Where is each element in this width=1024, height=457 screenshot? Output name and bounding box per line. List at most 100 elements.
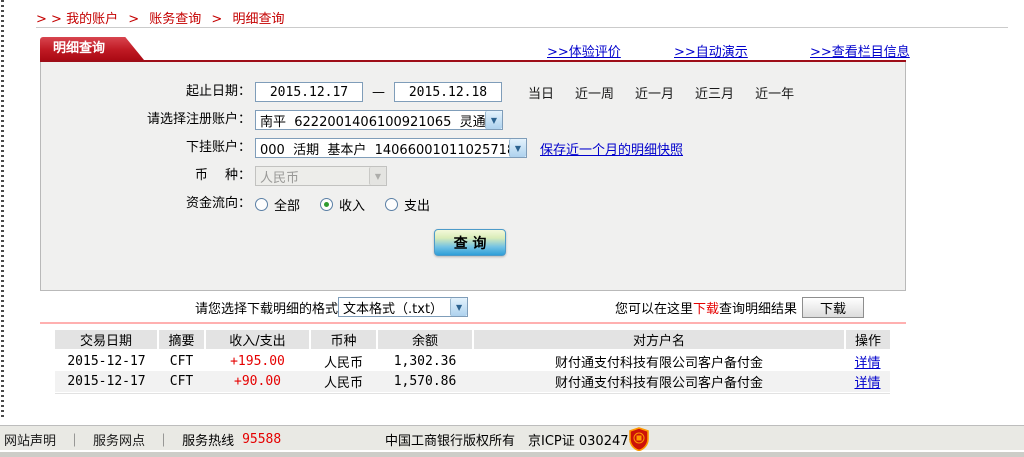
col-date: 交易日期 [55,330,158,350]
col-action: 操作 [845,330,890,350]
currency-select-disabled: 人民币 ▼ [255,166,387,186]
icbc-detail-query-page: > > 我的账户 > 账务查询 > 明细查询 明细查询 >>体验评价 >>自动演… [0,0,1024,457]
hotline-label: 服务热线 [182,430,234,449]
cell-date: 2015-12-17 [55,350,158,371]
breadcrumb-account-query[interactable]: 账务查询 [149,12,201,27]
flow-radio-all-label: 全部 [274,195,300,214]
download-format-value: 文本格式（.txt） [339,298,450,317]
breadcrumb: > > 我的账户 > 账务查询 > 明细查询 [36,8,284,27]
currency-row: 币 种： 人民币 ▼ [41,165,905,187]
registered-account-select[interactable]: 南平 6222001406100921065 灵通卡 ▼ [255,110,503,130]
start-date-input[interactable] [255,82,363,102]
cell-amount: +90.00 [205,371,310,392]
experience-review-link[interactable]: >>体验评价 [547,41,621,60]
flow-radio-income-label: 收入 [339,195,365,214]
flow-radio-expense-label: 支出 [404,195,430,214]
breadcrumb-prefix: > > [36,12,62,27]
col-amount: 收入/支出 [205,330,310,350]
cell-currency: 人民币 [310,350,377,371]
flow-radio-all[interactable]: 全部 [255,195,300,214]
cell-counterparty: 财付通支付科技有限公司客户备付金 [473,350,845,371]
col-counterparty: 对方户名 [473,330,845,350]
currency-value: 人民币 [256,167,369,186]
sub-account-value: 000 活期 基本户 1406600101102571848 [256,139,509,158]
cell-balance: 1,570.86 [377,371,473,392]
transaction-table: 交易日期 摘要 收入/支出 币种 余额 对方户名 操作 2015-12-17 C… [55,330,890,392]
footer: 网站声明 ｜ 服务网点 ｜ 服务热线 95588 中国工商银行版权所有 京ICP… [0,425,1024,450]
footer-links: 网站声明 ｜ 服务网点 ｜ 服务热线 95588 [4,430,281,449]
fund-flow-row: 资金流向： 全部 收入 支出 [41,193,905,215]
range-last-month-link[interactable]: 近一月 [635,83,674,102]
download-action-group: 您可以在这里下载查询明细结果 下载 [615,296,864,318]
breadcrumb-my-account[interactable]: 我的账户 [66,12,118,27]
cell-date: 2015-12-17 [55,371,158,392]
column-info-link[interactable]: >>查看栏目信息 [810,41,910,60]
left-dotted-border [1,0,4,420]
download-format-label: 请您选择下载明细的格式 [195,298,338,317]
sub-account-select[interactable]: 000 活期 基本户 1406600101102571848 ▼ [255,138,527,158]
auto-demo-link[interactable]: >>自动演示 [674,41,748,60]
radio-icon [255,198,268,211]
col-balance: 余额 [377,330,473,350]
cell-currency: 人民币 [310,371,377,392]
cell-summary: CFT [158,371,205,392]
cell-counterparty: 财付通支付科技有限公司客户备付金 [473,371,845,392]
query-button[interactable]: 查 询 [434,229,506,256]
currency-label: 币 种： [41,165,251,187]
download-button[interactable]: 下载 [802,297,864,318]
detail-link[interactable]: 详情 [854,356,880,371]
footer-separator: ｜ [157,430,170,449]
date-dash: — [372,85,385,100]
hotline-number: 95588 [242,432,281,447]
breadcrumb-divider [36,27,1008,28]
registered-account-row: 请选择注册账户： 南平 6222001406100921065 灵通卡 ▼ [41,109,905,131]
sub-account-row: 下挂账户： 000 活期 基本户 1406600101102571848 ▼ 保… [41,137,905,159]
download-format-group: 请您选择下载明细的格式 文本格式（.txt） ▼ [195,296,468,318]
breadcrumb-separator: > [211,12,222,27]
chevron-down-icon: ▼ [485,111,502,129]
table-bottom-divider [55,393,890,394]
table-header-row: 交易日期 摘要 收入/支出 币种 余额 对方户名 操作 [55,330,890,350]
table-row: 2015-12-17 CFT +90.00 人民币 1,570.86 财付通支付… [55,371,890,392]
table-top-divider [40,322,906,324]
cell-amount: +195.00 [205,350,310,371]
fund-flow-label: 资金流向： [41,193,251,215]
footer-separator: ｜ [68,430,81,449]
range-last-year-link[interactable]: 近一年 [755,83,794,102]
breadcrumb-detail-query[interactable]: 明细查询 [232,12,284,27]
download-hint: 您可以在这里下载查询明细结果 [615,298,797,317]
sub-account-label: 下挂账户： [41,137,251,159]
col-currency: 币种 [310,330,377,350]
date-range-row: 起止日期： — 当日 近一周 近一月 近三月 近一年 [41,81,905,103]
download-hint-highlight: 下载 [693,302,719,317]
col-summary: 摘要 [158,330,205,350]
breadcrumb-separator: > [128,12,139,27]
range-last-week-link[interactable]: 近一周 [575,83,614,102]
flow-radio-expense[interactable]: 支出 [385,195,430,214]
chevron-down-icon: ▼ [450,298,467,316]
query-form-panel: 起止日期： — 当日 近一周 近一月 近三月 近一年 请选择注册账户： 南平 6… [40,62,906,291]
site-statement-link[interactable]: 网站声明 [4,430,56,449]
registered-account-label: 请选择注册账户： [41,109,251,131]
range-today-link[interactable]: 当日 [528,83,554,102]
service-outlets-link[interactable]: 服务网点 [93,430,145,449]
detail-link[interactable]: 详情 [854,376,880,391]
save-snapshot-link[interactable]: 保存近一个月的明细快照 [540,139,683,158]
bottom-strip [0,451,1024,457]
range-last-3-months-link[interactable]: 近三月 [695,83,734,102]
copyright-text: 中国工商银行版权所有 京ICP证 030247号 [385,430,642,449]
flow-radio-income[interactable]: 收入 [320,195,365,214]
cell-summary: CFT [158,350,205,371]
date-range-label: 起止日期： [41,81,251,103]
cell-balance: 1,302.36 [377,350,473,371]
tab-label: 明细查询 [53,41,105,56]
end-date-input[interactable] [394,82,502,102]
radio-icon [320,198,333,211]
chevron-down-icon: ▼ [369,167,386,185]
table-row: 2015-12-17 CFT +195.00 人民币 1,302.36 财付通支… [55,350,890,371]
registered-account-value: 南平 6222001406100921065 灵通卡 [256,111,485,130]
download-format-select[interactable]: 文本格式（.txt） ▼ [338,297,468,317]
tab-detail-query[interactable]: 明细查询 [40,37,144,60]
quick-ranges: 当日 近一周 近一月 近三月 近一年 [528,83,815,102]
security-badge-icon [628,427,650,451]
